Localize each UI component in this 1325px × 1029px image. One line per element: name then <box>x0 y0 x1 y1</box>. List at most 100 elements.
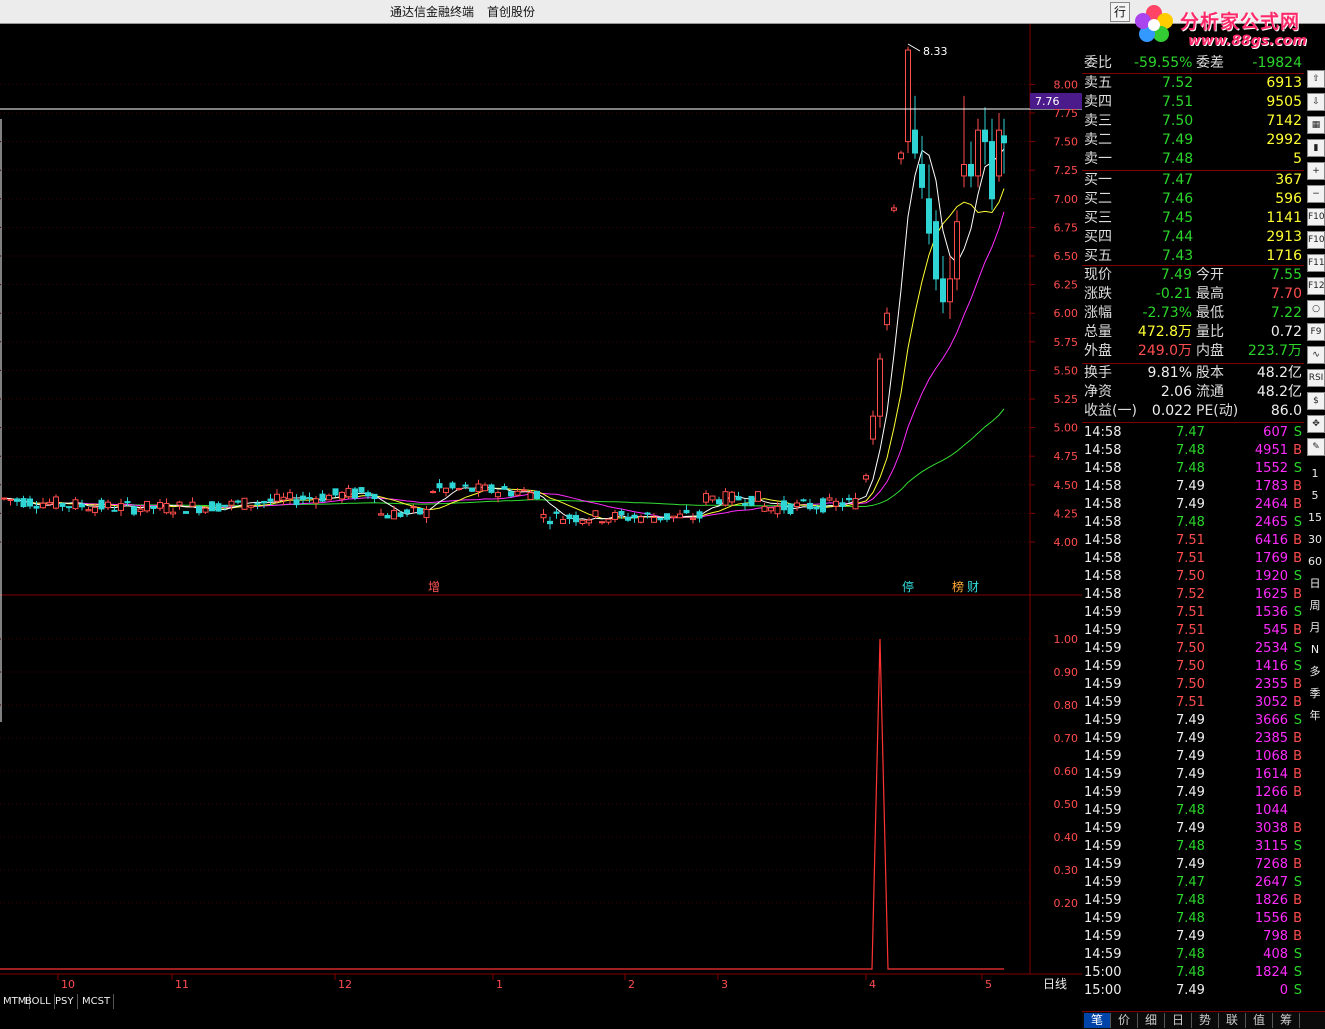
period-11-button[interactable]: 年 <box>1307 707 1323 725</box>
tick-price: 7.52 <box>1176 587 1205 602</box>
f12-icon[interactable]: F12 <box>1307 277 1325 295</box>
candle-icon[interactable]: ▮ <box>1307 139 1325 157</box>
tick-side: S <box>1293 605 1302 620</box>
tick-time: 14:58 <box>1084 551 1122 566</box>
candle-body <box>709 495 716 501</box>
period-5-button[interactable]: 日 <box>1307 575 1323 593</box>
candle-body <box>1 497 7 500</box>
candle-body <box>657 517 664 521</box>
zoom-out-icon[interactable]: − <box>1307 185 1325 203</box>
bottom-tab-6[interactable]: 值 <box>1246 1013 1273 1028</box>
indicator-axis-label: 0.80 <box>1054 699 1079 712</box>
candle-body <box>365 492 371 497</box>
candle-body <box>209 501 215 512</box>
bottom-tab-4[interactable]: 势 <box>1192 1013 1219 1028</box>
event-marker-zeng[interactable]: 增 <box>428 580 440 594</box>
tick-side: B <box>1293 821 1302 836</box>
rsi-icon[interactable]: RSI <box>1307 369 1325 387</box>
period-6-button[interactable]: 周 <box>1307 597 1323 615</box>
tick-price: 7.47 <box>1176 875 1205 890</box>
stat-value: 0.72 <box>1270 324 1302 340</box>
tick-time: 14:59 <box>1084 857 1122 872</box>
event-marker-bang[interactable]: 榜 <box>952 579 964 594</box>
bid-label: 买五 <box>1084 248 1112 264</box>
tick-side: S <box>1293 515 1302 530</box>
tick-row: 14:58 7.51 6416 B <box>1082 532 1304 550</box>
price-axis-label: 7.25 <box>1054 164 1079 177</box>
bottom-tab-5[interactable]: 联 <box>1219 1013 1246 1028</box>
bottom-tab-3[interactable]: 日 <box>1165 1013 1192 1028</box>
tick-price: 7.49 <box>1176 821 1205 836</box>
candle-body <box>884 312 890 326</box>
tab-boll[interactable]: BOLL <box>22 994 55 1009</box>
move-icon[interactable]: ✥ <box>1307 415 1325 433</box>
period-10-button[interactable]: 季 <box>1307 685 1323 703</box>
tab-mcst[interactable]: MCST <box>79 994 115 1009</box>
chart-type-icon[interactable]: ▦ <box>1307 116 1325 134</box>
tick-side: B <box>1293 731 1302 746</box>
candle-body <box>877 358 883 417</box>
tab-psy[interactable]: PSY <box>52 994 78 1009</box>
tick-side: B <box>1293 497 1302 512</box>
tick-price: 7.51 <box>1176 605 1205 620</box>
period-7-button[interactable]: 月 <box>1307 619 1323 637</box>
f10b-icon[interactable]: F10 <box>1307 231 1325 249</box>
mtm-icon[interactable]: ∿ <box>1307 346 1325 364</box>
tick-price: 7.49 <box>1176 497 1205 512</box>
f9-icon[interactable]: F9 <box>1307 323 1325 341</box>
candle-body <box>59 502 66 507</box>
period-9-button[interactable]: 多 <box>1307 663 1323 681</box>
bottom-tab-2[interactable]: 细 <box>1138 1013 1165 1028</box>
candle-body <box>118 503 124 511</box>
tick-time: 14:58 <box>1084 479 1122 494</box>
title-bar: 通达信金融终端 首创股份 行 <box>0 0 1325 24</box>
f10-icon[interactable]: F10 <box>1307 208 1325 226</box>
candle-body <box>651 516 657 523</box>
candle-body <box>618 510 625 515</box>
candle-body <box>105 501 111 509</box>
tick-volume: 2647 <box>1254 875 1288 890</box>
candle-body <box>391 510 397 520</box>
tick-side: B <box>1293 929 1302 944</box>
bottom-tab-1[interactable]: 价 <box>1111 1013 1138 1028</box>
tick-volume: 1783 <box>1254 479 1288 494</box>
period-1-button[interactable]: 5 <box>1307 487 1323 505</box>
period-4-button[interactable]: 60 <box>1307 553 1323 571</box>
tick-price: 7.48 <box>1176 911 1205 926</box>
tick-side: B <box>1293 749 1302 764</box>
indicator-axis-label: 0.60 <box>1054 765 1079 778</box>
tick-volume: 2534 <box>1254 641 1288 656</box>
kline-chart[interactable]: 7.76 8.33 8.007.757.507.257.006.756.506.… <box>0 24 1082 994</box>
tick-price: 7.50 <box>1176 641 1205 656</box>
period-2-button[interactable]: 15 <box>1307 509 1323 527</box>
f11-icon[interactable]: F11 <box>1307 254 1325 272</box>
candle-body <box>397 512 404 517</box>
candle-body <box>293 499 300 506</box>
candle-body <box>417 508 423 515</box>
tick-time: 14:59 <box>1084 731 1122 746</box>
bottom-tab-7[interactable]: 筹 <box>1273 1013 1300 1028</box>
misc-icon[interactable]: $ <box>1307 392 1325 410</box>
event-marker-ting[interactable]: 停 <box>902 579 914 594</box>
tick-volume: 1552 <box>1254 461 1288 476</box>
tick-price: 7.48 <box>1176 515 1205 530</box>
period-label[interactable]: 日线 <box>1043 977 1067 991</box>
candle-body <box>729 491 735 503</box>
candle-body <box>644 512 651 515</box>
bottom-tab-0[interactable]: 笔 <box>1084 1013 1111 1028</box>
pen-icon[interactable]: ✎ <box>1307 438 1325 456</box>
scroll-up-icon[interactable]: ⇧ <box>1307 70 1325 88</box>
period-3-button[interactable]: 30 <box>1307 531 1323 549</box>
stat-label: 换手 <box>1084 365 1112 381</box>
price-axis-label: 8.00 <box>1054 78 1079 91</box>
scroll-down-icon[interactable]: ⇩ <box>1307 93 1325 111</box>
tick-volume: 1769 <box>1254 551 1288 566</box>
period-0-button[interactable]: 1 <box>1307 465 1323 483</box>
circle-icon[interactable]: ○ <box>1307 300 1325 318</box>
event-marker-cai[interactable]: 财 <box>967 580 979 594</box>
candle-body <box>540 513 547 519</box>
zoom-in-icon[interactable]: + <box>1307 162 1325 180</box>
history-button[interactable]: 行 <box>1110 2 1130 22</box>
period-8-button[interactable]: N <box>1307 641 1323 659</box>
bid-price: 7.47 <box>1162 172 1194 188</box>
